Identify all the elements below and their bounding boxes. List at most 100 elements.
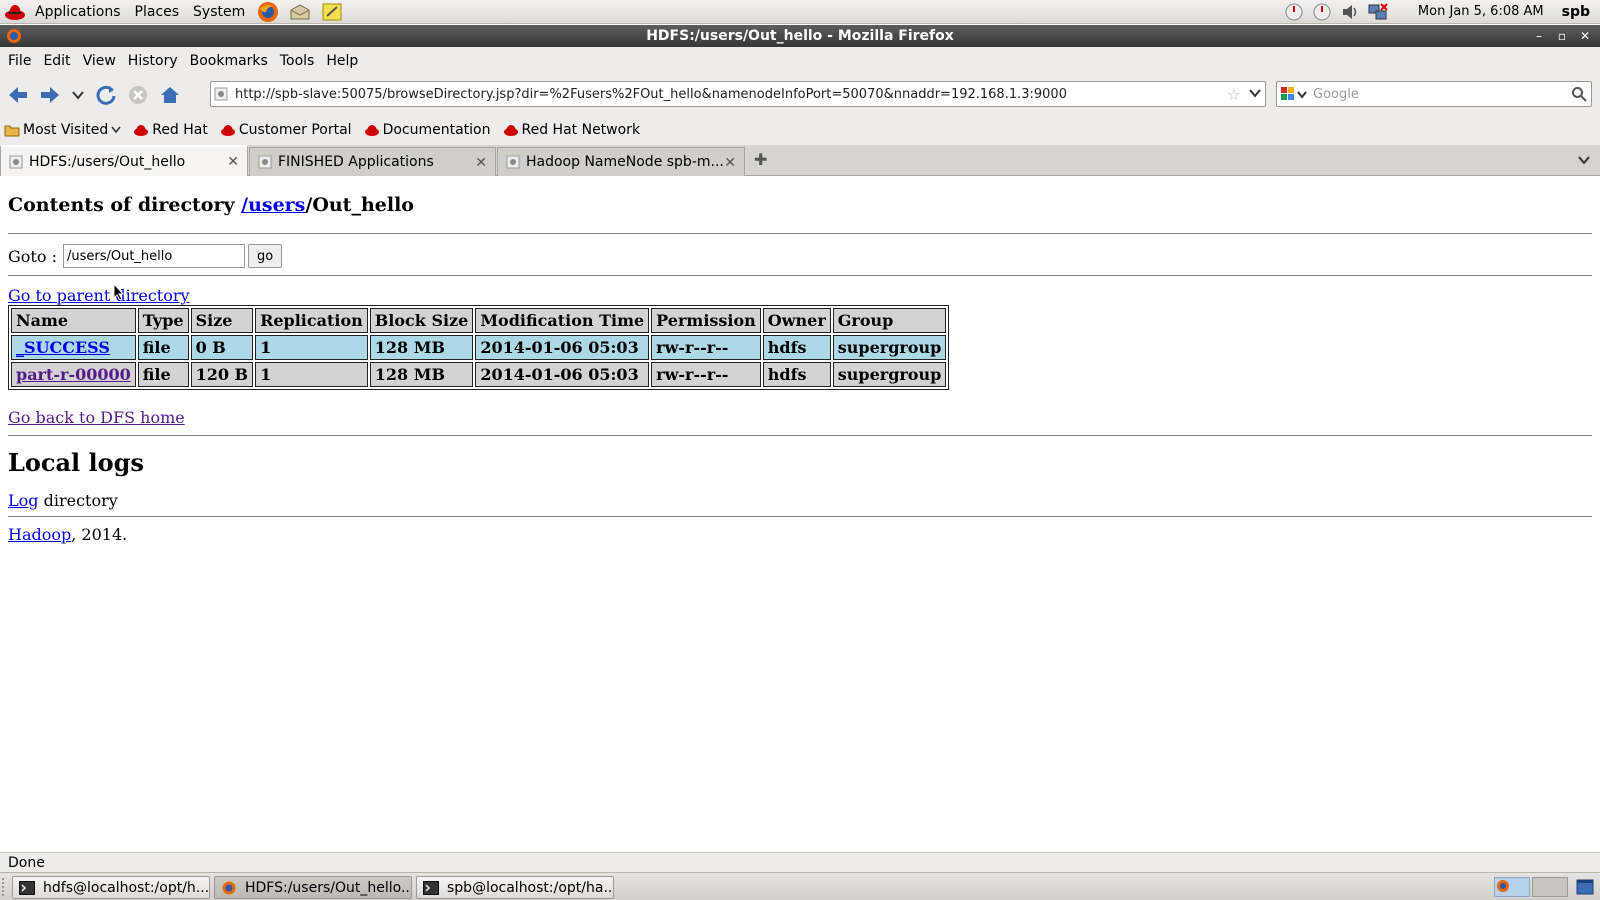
minimize-icon[interactable]: – (1528, 25, 1550, 47)
window-titlebar[interactable]: HDFS:/users/Out_hello - Mozilla Firefox … (0, 25, 1600, 47)
col-block-size: Block Size (369, 308, 474, 333)
log-suffix: directory (38, 491, 118, 510)
col-modification-time: Modification Time (475, 308, 650, 333)
search-bar[interactable] (1276, 81, 1592, 107)
menu-history[interactable]: History (122, 47, 184, 75)
cell-size: 0 B (190, 335, 254, 360)
terminal-icon (19, 880, 35, 895)
bookmark-label: Documentation (382, 122, 491, 138)
goto-label: Goto : (8, 246, 57, 266)
table-row: _SUCCESS file 0 B 1 128 MB 2014-01-06 05… (11, 335, 947, 360)
tab-label: FINISHED Applications (278, 154, 434, 170)
clock[interactable]: Mon Jan 5, 6:08 AM (1418, 4, 1544, 19)
file-link-part-r-00000[interactable]: part-r-00000 (16, 365, 131, 384)
task-terminal-spb[interactable]: spb@localhost:/opt/ha... (416, 876, 614, 899)
applications-menu[interactable]: Applications (28, 0, 128, 24)
bookmark-customer-portal[interactable]: Customer Portal (220, 122, 352, 138)
col-replication: Replication (255, 308, 368, 333)
close-window-icon[interactable]: ✕ (1574, 25, 1596, 47)
task-firefox-hdfs[interactable]: HDFS:/users/Out_hello... (214, 876, 412, 899)
url-input[interactable] (231, 86, 1211, 102)
users-dir-link[interactable]: /users (241, 194, 305, 216)
goto-input[interactable] (62, 244, 245, 268)
go-button[interactable]: go (247, 244, 283, 268)
tab-hdfs-out-hello[interactable]: HDFS:/users/Out_hello ✕ (0, 145, 248, 176)
col-name: Name (11, 308, 136, 333)
notes-launcher-icon[interactable] (320, 1, 344, 23)
tab-strip: HDFS:/users/Out_hello ✕ FINISHED Applica… (0, 145, 1600, 176)
close-tab-icon[interactable]: ✕ (724, 155, 736, 171)
menu-edit[interactable]: Edit (37, 47, 76, 75)
col-type: Type (137, 308, 189, 333)
maximize-icon[interactable]: ▫ (1551, 25, 1573, 47)
cpu-monitor-icon[interactable] (1283, 1, 1305, 23)
divider (8, 516, 1592, 517)
tab-hadoop-namenode[interactable]: Hadoop NameNode spb-m... ✕ (497, 147, 745, 176)
back-arrow-icon[interactable] (2, 80, 34, 110)
page-favicon-icon (9, 155, 23, 169)
task-terminal-hdfs[interactable]: hdfs@localhost:/opt/h... (12, 876, 210, 899)
taskbar: hdfs@localhost:/opt/h... HDFS:/users/Out… (0, 872, 1600, 900)
tab-label: Hadoop NameNode spb-m... (526, 154, 724, 170)
menu-bookmarks[interactable]: Bookmarks (184, 47, 274, 75)
bookmark-red-hat[interactable]: Red Hat (133, 122, 208, 138)
parent-directory-link[interactable]: Go to parent directory (8, 286, 190, 305)
cell-type: file (137, 362, 189, 387)
log-link[interactable]: Log (8, 491, 39, 510)
mail-launcher-icon[interactable] (288, 1, 312, 23)
new-tab-plus-icon[interactable]: ✚ (754, 150, 767, 169)
bookmark-star-icon[interactable]: ☆ (1227, 85, 1241, 104)
heading-suffix: /Out_hello (305, 194, 414, 216)
footer-line: Hadoop, 2014. (8, 525, 1600, 544)
workspace-2[interactable] (1532, 877, 1568, 897)
system-menu[interactable]: System (186, 0, 252, 24)
menu-view[interactable]: View (77, 47, 122, 75)
redhat-logo-icon[interactable] (4, 1, 26, 23)
places-menu[interactable]: Places (128, 0, 187, 24)
network-icon[interactable] (1367, 1, 1389, 23)
show-desktop-icon[interactable] (1576, 879, 1594, 899)
magnifier-icon[interactable] (1571, 86, 1587, 106)
close-tab-icon[interactable]: ✕ (475, 155, 487, 171)
volume-icon[interactable] (1339, 1, 1361, 23)
hadoop-link[interactable]: Hadoop (8, 525, 71, 544)
menu-tools[interactable]: Tools (274, 47, 321, 75)
cell-permission: rw-r--r-- (651, 335, 761, 360)
dfs-home-link[interactable]: Go back to DFS home (8, 408, 185, 427)
tab-finished-applications[interactable]: FINISHED Applications ✕ (249, 147, 496, 176)
cell-group: supergroup (832, 335, 947, 360)
search-input[interactable] (1311, 85, 1561, 103)
close-tab-icon[interactable]: ✕ (227, 154, 239, 170)
bookmark-label: Red Hat (152, 122, 208, 138)
folder-icon (4, 123, 20, 137)
reload-icon[interactable] (90, 80, 122, 110)
bookmark-most-visited[interactable]: Most Visited (4, 122, 121, 138)
bookmark-documentation[interactable]: Documentation (364, 122, 491, 138)
google-search-engine-icon[interactable] (1277, 86, 1311, 102)
history-dropdown-icon[interactable] (66, 80, 90, 110)
bookmarks-toolbar: Most Visited Red Hat Customer Portal Doc… (0, 115, 1600, 145)
menu-file[interactable]: File (2, 47, 37, 75)
navigation-toolbar: ☆ (0, 75, 1600, 115)
cell-owner: hdfs (762, 362, 831, 387)
col-size: Size (190, 308, 254, 333)
home-icon[interactable] (154, 80, 186, 110)
tab-label: HDFS:/users/Out_hello (29, 153, 186, 170)
tab-list-chevron-icon[interactable] (1578, 153, 1590, 169)
directory-table: Name Type Size Replication Block Size Mo… (8, 305, 950, 390)
address-bar[interactable]: ☆ (210, 81, 1266, 107)
stop-icon[interactable] (122, 80, 154, 110)
forward-arrow-icon[interactable] (34, 80, 66, 110)
file-link-success[interactable]: _SUCCESS (16, 338, 110, 357)
firefox-launcher-icon[interactable] (256, 1, 280, 23)
url-dropdown-icon[interactable] (1249, 85, 1261, 105)
table-header-row: Name Type Size Replication Block Size Mo… (11, 308, 947, 333)
bookmark-red-hat-network[interactable]: Red Hat Network (503, 122, 641, 138)
site-identity-icon[interactable] (211, 87, 231, 101)
cpu-monitor-2-icon[interactable] (1311, 1, 1333, 23)
bookmark-label: Red Hat Network (521, 122, 641, 138)
task-label: spb@localhost:/opt/ha... (447, 879, 614, 896)
redhat-favicon-icon (220, 123, 236, 137)
user-name[interactable]: spb (1562, 4, 1590, 20)
menu-help[interactable]: Help (320, 47, 364, 75)
